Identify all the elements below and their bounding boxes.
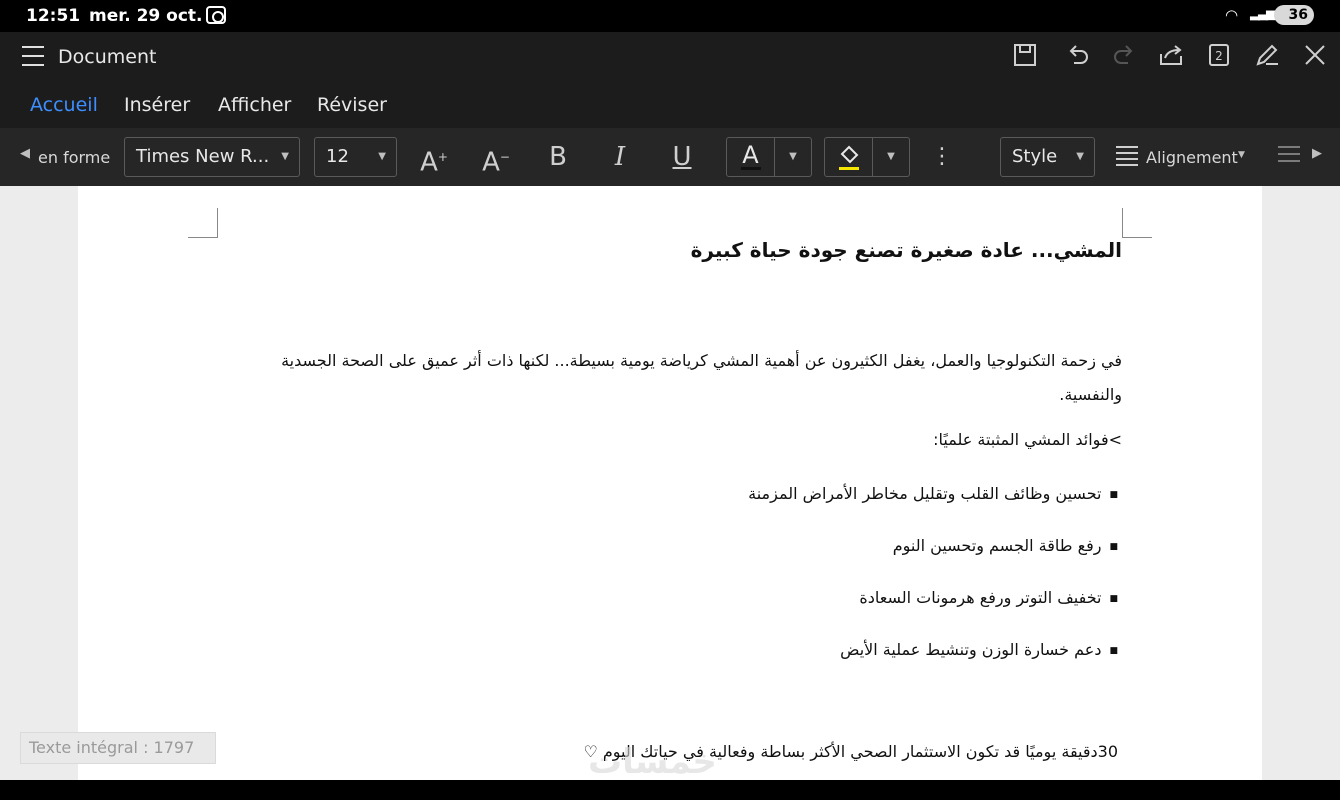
undo-icon[interactable] (1062, 42, 1092, 72)
tab-inserer[interactable]: Insérer (124, 94, 190, 116)
document-paragraph[interactable]: في زحمة التكنولوجيا والعمل، يغفل الكثيرو… (242, 344, 1122, 412)
screen-record-icon (206, 6, 226, 24)
list-item[interactable]: رفع طاقة الجسم وتحسين النوم (893, 536, 1118, 555)
document-title: Document (58, 46, 157, 68)
status-date: mer. 29 oct. (89, 6, 203, 26)
menu-icon[interactable] (22, 46, 44, 66)
list-item[interactable]: تخفيف التوتر ورفع هرمونات السعادة (859, 588, 1118, 607)
chevron-down-icon[interactable]: ▼ (873, 138, 909, 176)
document-workspace[interactable]: المشي... عادة صغيرة تصنع جودة حياة كبيرة… (0, 186, 1340, 780)
redo-icon[interactable] (1110, 42, 1140, 72)
scroll-right-icon[interactable]: ▶ (1312, 146, 1322, 161)
save-icon[interactable] (1010, 42, 1040, 72)
highlight-icon[interactable] (825, 138, 873, 176)
tab-reviser[interactable]: Réviser (317, 94, 387, 116)
word-count-badge: Texte intégral : 1797 (20, 732, 216, 764)
wifi-icon: ◠ (1225, 6, 1239, 24)
font-family-select[interactable]: Times New R... ▼ (124, 137, 300, 177)
decrease-font-icon[interactable]: A− (478, 140, 514, 178)
style-value: Style (1012, 146, 1058, 167)
watermark: خمسات (588, 742, 717, 782)
margin-corner-right (1122, 208, 1152, 238)
navigation-bar (0, 780, 1340, 800)
battery-icon: 36 (1274, 5, 1314, 25)
status-time: 12:51 (26, 6, 81, 26)
title-bar: Document 2 (0, 32, 1340, 84)
list-item[interactable]: دعم خسارة الوزن وتنشيط عملية الأيض (840, 640, 1118, 659)
text-color-control: A ▼ (726, 137, 812, 177)
alignment-button[interactable]: Alignement (1146, 148, 1238, 167)
close-icon[interactable] (1300, 42, 1330, 72)
highlight-color-control: ▼ (824, 137, 910, 177)
pages-icon[interactable]: 2 (1204, 42, 1234, 72)
text-color-icon[interactable]: A (727, 138, 775, 176)
margin-corner-left (188, 208, 218, 238)
font-size-value: 12 (326, 146, 349, 167)
alignment-icon[interactable] (1116, 146, 1138, 166)
edit-icon[interactable] (1252, 42, 1282, 72)
underline-icon[interactable]: U (664, 140, 700, 174)
ribbon-tabs: Accueil Insérer Afficher Réviser (0, 84, 1340, 128)
bold-icon[interactable]: B (540, 140, 576, 174)
document-heading[interactable]: المشي... عادة صغيرة تصنع جودة حياة كبيرة (691, 238, 1122, 262)
increase-font-icon[interactable]: A+ (416, 140, 452, 178)
chevron-down-icon: ▼ (1076, 151, 1084, 162)
scroll-left-icon[interactable]: ◀ (20, 146, 30, 161)
document-page[interactable]: المشي... عادة صغيرة تصنع جودة حياة كبيرة… (78, 186, 1262, 780)
tab-afficher[interactable]: Afficher (218, 94, 291, 116)
font-family-value: Times New R... (136, 146, 270, 167)
more-options-icon[interactable]: ⋮ (924, 140, 960, 174)
chevron-down-icon: ▼ (378, 151, 386, 162)
benefits-subheading[interactable]: >فوائد المشي المثبتة علميًا: (933, 430, 1122, 449)
list-icon[interactable] (1278, 146, 1300, 166)
formatting-toolbar: ◀ en forme Times New R... ▼ 12 ▼ A+ A− B… (0, 128, 1340, 186)
signal-icon: ▂▃▅ (1250, 6, 1276, 21)
chevron-down-icon: ▼ (281, 151, 289, 162)
share-icon[interactable] (1156, 42, 1186, 72)
font-size-select[interactable]: 12 ▼ (314, 137, 397, 177)
chevron-down-icon[interactable]: ▼ (775, 138, 811, 176)
status-bar: 12:51 mer. 29 oct. ◠ ▂▃▅ 36 (0, 0, 1340, 32)
italic-icon[interactable]: I (602, 140, 638, 174)
list-item[interactable]: تحسين وظائف القلب وتقليل مخاطر الأمراض ا… (748, 484, 1118, 503)
tab-accueil[interactable]: Accueil (30, 94, 98, 116)
svg-text:2: 2 (1215, 49, 1223, 63)
format-label[interactable]: en forme (38, 148, 110, 167)
style-select[interactable]: Style ▼ (1000, 137, 1095, 177)
chevron-down-icon[interactable]: ▼ (1238, 150, 1245, 160)
